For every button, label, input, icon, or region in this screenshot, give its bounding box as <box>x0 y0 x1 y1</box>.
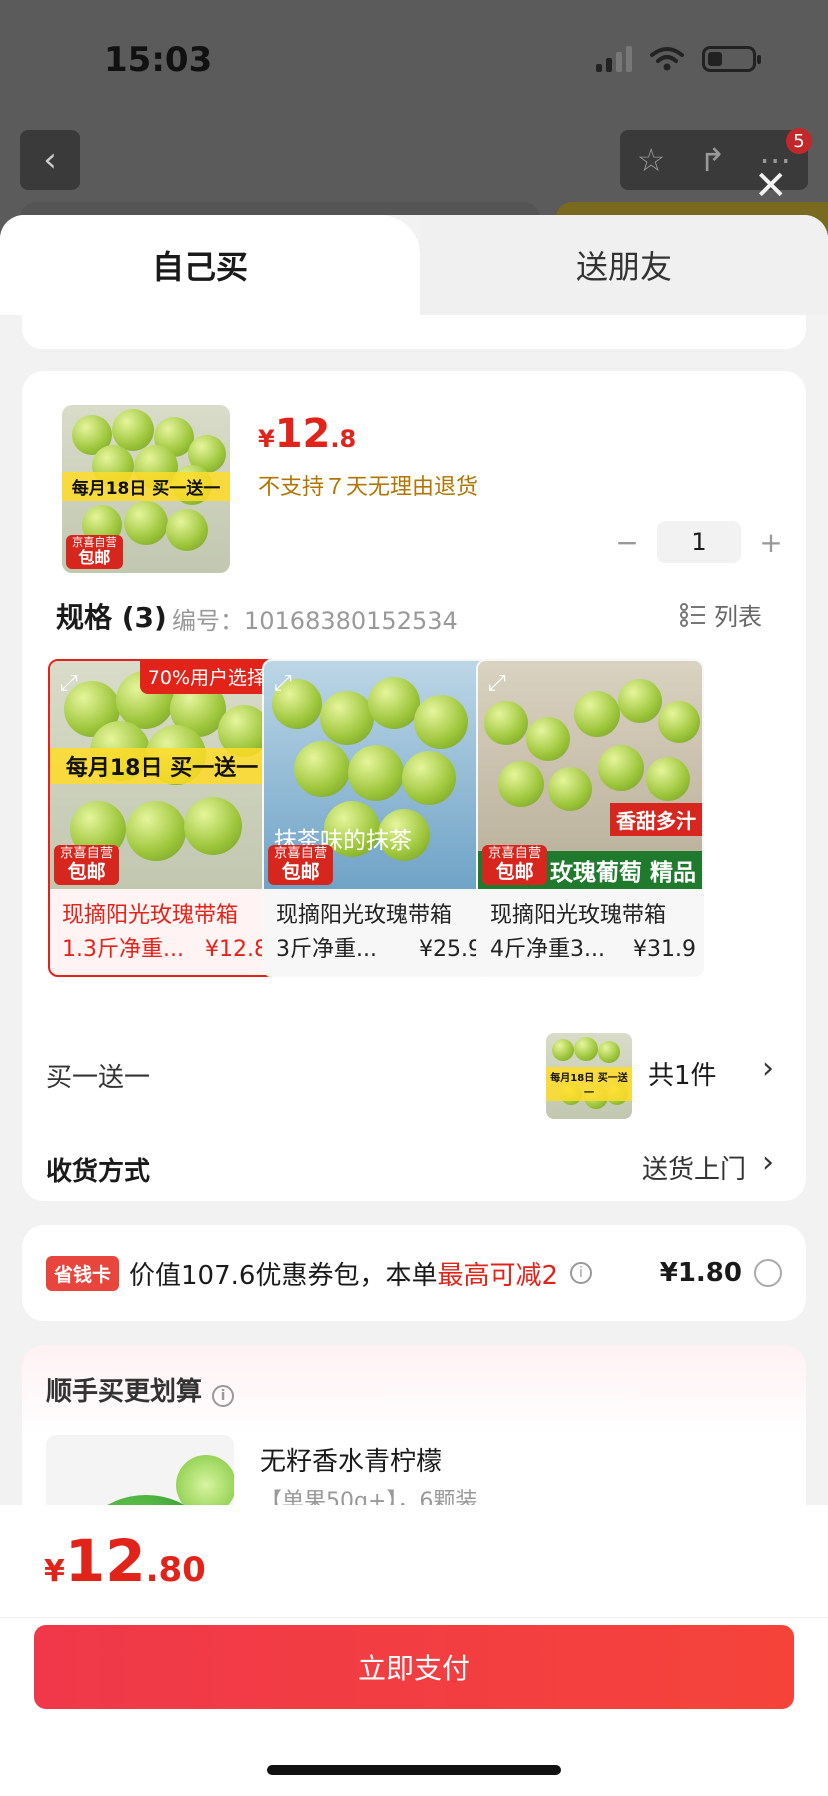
list-icon <box>680 602 705 627</box>
home-indicator <box>267 1765 561 1775</box>
back-button[interactable]: ‹ <box>20 130 80 190</box>
info-icon[interactable]: i <box>212 1385 235 1407</box>
coupon-card[interactable]: 省钱卡 价值107.6优惠券包，本单 最高可减2 i ¥1.80 <box>22 1225 806 1321</box>
status-icons <box>596 46 761 72</box>
addon-item-name[interactable]: 无籽香水青柠檬 <box>260 1441 442 1478</box>
signal-icon <box>596 46 632 72</box>
increment-button[interactable]: + <box>751 526 791 559</box>
chevron-left-icon: ‹ <box>43 140 57 180</box>
product-card: 每月18日 买一送一 京喜自营 包邮 ¥12.8 不支持７天无理由退货 − 1 +… <box>22 371 806 1201</box>
jd-tag: 京喜自营 包邮 <box>66 535 123 569</box>
option-label-top: 香甜多汁 <box>610 803 702 836</box>
shipping-value[interactable]: 送货上门 <box>642 1149 746 1186</box>
coupon-radio[interactable] <box>754 1259 782 1287</box>
status-time: 15:03 <box>104 40 213 80</box>
bogo-label: 买一送一 <box>46 1063 151 1093</box>
spec-title: 规格 (3) <box>56 601 167 634</box>
tab-send-friend[interactable]: 送朋友 <box>420 215 828 315</box>
coupon-highlight: 最高可减2 <box>437 1260 558 1291</box>
bogo-thumbnail: 每月18日 买一送一 <box>546 1033 632 1119</box>
pay-now-button[interactable]: 立即支付 <box>34 1625 794 1709</box>
popular-badge: 70%用户选择 <box>139 661 274 694</box>
info-icon[interactable]: i <box>570 1262 592 1284</box>
chevron-right-icon[interactable]: › <box>762 1051 774 1086</box>
chevron-right-icon[interactable]: › <box>762 1145 774 1180</box>
option-promo-ribbon: 每月18日 买一送一 <box>50 747 274 784</box>
option-name: 现摘阳光玫瑰带箱 1.3斤净重... ¥12.8 <box>62 903 268 962</box>
option-name: 现摘阳光玫瑰带箱 4斤净重3... ¥31.9 <box>490 903 696 962</box>
coupon-amount: ¥1.80 <box>659 1258 742 1288</box>
share-icon[interactable]: ↱ <box>699 141 726 179</box>
star-icon[interactable]: ☆ <box>637 141 666 179</box>
jd-tag: 京喜自营 包邮 <box>268 845 334 885</box>
product-price: ¥12.8 <box>258 411 357 457</box>
wifi-icon <box>650 47 684 71</box>
divider <box>0 1617 828 1618</box>
option-name: 现摘阳光玫瑰带箱 3斤净重... ¥25.9 <box>276 903 482 962</box>
coupon-text: 价值107.6优惠券包，本单 <box>129 1260 438 1291</box>
spec-option-1[interactable]: 每月18日 买一送一 京喜自营 包邮 ⤢ 70%用户选择 现摘阳光玫瑰带箱 1.3… <box>48 659 276 977</box>
addon-title: 顺手买更划算 i <box>46 1371 235 1408</box>
close-icon[interactable]: ✕ <box>754 166 788 206</box>
tab-buy-self[interactable]: 自己买 <box>0 215 420 315</box>
expand-icon[interactable]: ⤢ <box>274 671 292 696</box>
battery-icon <box>702 46 761 72</box>
savings-card-badge: 省钱卡 <box>46 1255 120 1291</box>
tab-bar: 送朋友 自己买 <box>0 215 828 315</box>
option-image: 抹茶味的抹茶 京喜自营 包邮 ⤢ <box>264 661 488 889</box>
jd-tag: 京喜自营 包邮 <box>482 845 548 885</box>
bogo-ribbon: 每月18日 买一送一 <box>546 1067 632 1102</box>
shipping-label: 收货方式 <box>46 1157 151 1187</box>
quantity-stepper: − 1 + <box>607 521 791 563</box>
quantity-value[interactable]: 1 <box>657 521 741 563</box>
return-policy: 不支持７天无理由退货 <box>258 475 479 500</box>
product-thumbnail: 每月18日 买一送一 京喜自营 包邮 <box>62 405 230 573</box>
total-price: ¥12.80 <box>44 1527 206 1595</box>
jd-tag: 京喜自营 包邮 <box>54 845 120 885</box>
spec-option-2[interactable]: 抹茶味的抹茶 京喜自营 包邮 ⤢ 现摘阳光玫瑰带箱 3斤净重... ¥25.9 <box>262 659 490 977</box>
bogo-count[interactable]: 共1件 <box>648 1055 717 1092</box>
checkout-bar: ¥12.80 立即支付 <box>0 1505 828 1796</box>
option-image: 每月18日 买一送一 京喜自营 包邮 ⤢ <box>50 661 274 889</box>
list-view-button[interactable]: 列表 <box>680 597 762 632</box>
option-image: 香甜多汁 玫瑰葡萄 精品 京喜自营 包邮 ⤢ <box>478 661 702 889</box>
expand-icon[interactable]: ⤢ <box>60 671 78 696</box>
cart-badge: 5 <box>786 128 812 154</box>
spec-option-3[interactable]: 香甜多汁 玫瑰葡萄 精品 京喜自营 包邮 ⤢ 现摘阳光玫瑰带箱 4斤净重3... ¥… <box>476 659 704 977</box>
address-strip <box>22 315 806 349</box>
expand-icon[interactable]: ⤢ <box>488 671 506 696</box>
spec-code: 编号：10168380152534 <box>172 607 458 635</box>
decrement-button[interactable]: − <box>607 526 647 559</box>
thumb-promo-ribbon: 每月18日 买一送一 <box>62 472 230 502</box>
